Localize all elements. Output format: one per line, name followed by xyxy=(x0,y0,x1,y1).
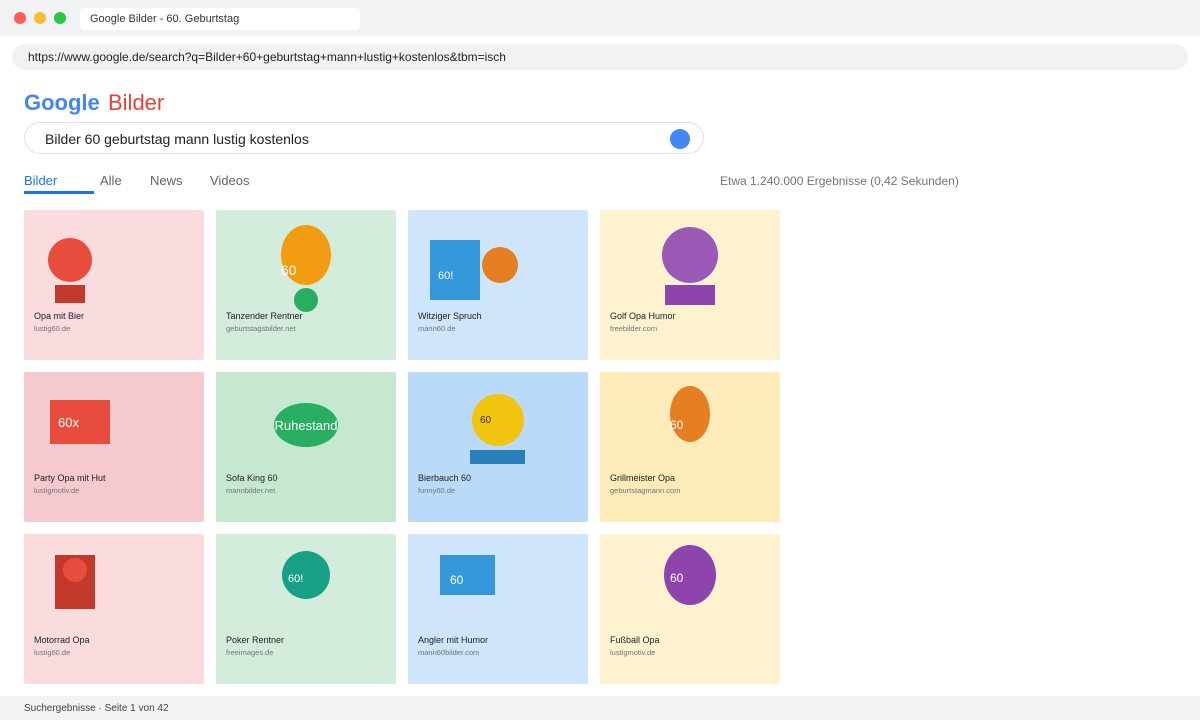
result-source[interactable]: funny60.de xyxy=(418,486,455,495)
image-result-card[interactable]: Motorrad Opa lustig60.de xyxy=(24,534,204,684)
window-titlebar: Google Bilder - 60. Geburtstag xyxy=(0,0,1200,36)
address-bar[interactable]: https://www.google.de/search?q=Bilder+60… xyxy=(12,44,1188,70)
thumbnail-body xyxy=(665,285,715,305)
result-source[interactable]: lustig60.de xyxy=(34,324,70,333)
thumbnail-oval: Ruhestand xyxy=(274,403,338,447)
thumbnail-circle xyxy=(482,247,518,283)
image-result-card[interactable]: 60! Poker Rentner freeimages.de xyxy=(216,534,396,684)
status-bar: Suchergebnisse · Seite 1 von 42 xyxy=(0,696,1200,720)
thumbnail-sign: 60 xyxy=(440,555,495,595)
image-result-card[interactable]: Ruhestand Sofa King 60 mannbilder.net xyxy=(216,372,396,522)
result-title[interactable]: Opa mit Bier xyxy=(34,311,84,321)
thumbnail-oval: 60 xyxy=(670,386,710,442)
thumbnail-sign: 60! xyxy=(430,240,480,300)
result-title[interactable]: Angler mit Humor xyxy=(418,635,488,645)
thumbnail-ball: 60 xyxy=(664,545,716,605)
image-result-card[interactable]: 60! Witziger Spruch mann60.de xyxy=(408,210,588,360)
active-tab-indicator xyxy=(24,191,94,194)
tab-videos[interactable]: Videos xyxy=(210,173,250,188)
tab-news[interactable]: News xyxy=(150,173,183,188)
result-source[interactable]: lustigmotiv.de xyxy=(34,486,79,495)
tab-bilder[interactable]: Bilder xyxy=(24,173,57,188)
result-source[interactable]: geburtstagsbilder.net xyxy=(226,324,296,333)
close-window-button[interactable] xyxy=(14,12,26,24)
result-title[interactable]: Witziger Spruch xyxy=(418,311,482,321)
result-source[interactable]: lustig60.de xyxy=(34,648,70,657)
image-result-card[interactable]: 60 Grillmeister Opa geburtstagmann.com xyxy=(600,372,780,522)
result-source[interactable]: freeimages.de xyxy=(226,648,274,657)
result-source[interactable]: freebilder.com xyxy=(610,324,657,333)
result-source[interactable]: mann60.de xyxy=(418,324,456,333)
image-result-card[interactable]: Golf Opa Humor freebilder.com xyxy=(600,210,780,360)
image-result-card[interactable]: 60 Fußball Opa lustigmotiv.de xyxy=(600,534,780,684)
result-title[interactable]: Fußball Opa xyxy=(610,635,660,645)
result-title[interactable]: Party Opa mit Hut xyxy=(34,473,106,483)
result-title[interactable]: Motorrad Opa xyxy=(34,635,90,645)
image-result-card[interactable]: 60 Angler mit Humor mann60bilder.com xyxy=(408,534,588,684)
thumbnail-ball xyxy=(294,288,318,312)
browser-tab[interactable]: Google Bilder - 60. Geburtstag xyxy=(80,8,360,30)
result-title[interactable]: Poker Rentner xyxy=(226,635,284,645)
thumbnail-sign: 60x xyxy=(50,400,110,444)
result-title[interactable]: Sofa King 60 xyxy=(226,473,278,483)
thumbnail-balloon: 60 xyxy=(281,225,331,285)
result-title[interactable]: Grillmeister Opa xyxy=(610,473,675,483)
thumbnail-chip: 60! xyxy=(282,551,330,599)
logo-subtitle: Bilder xyxy=(108,90,165,115)
thumbnail-belly: 60 xyxy=(472,394,524,446)
search-button-icon[interactable] xyxy=(670,129,690,149)
maximize-window-button[interactable] xyxy=(54,12,66,24)
minimize-window-button[interactable] xyxy=(34,12,46,24)
thumbnail-head xyxy=(48,238,92,282)
result-title[interactable]: Tanzender Rentner xyxy=(226,311,303,321)
image-result-card[interactable]: 60x Party Opa mit Hut lustigmotiv.de xyxy=(24,372,204,522)
result-source[interactable]: mannbilder.net xyxy=(226,486,275,495)
search-query-text[interactable]: Bilder 60 geburtstag mann lustig kostenl… xyxy=(45,131,309,147)
thumbnail-head xyxy=(63,558,87,582)
result-source[interactable]: lustigmotiv.de xyxy=(610,648,655,657)
result-stats: Etwa 1.240.000 Ergebnisse (0,42 Sekunden… xyxy=(720,174,959,188)
thumbnail-base xyxy=(470,450,525,464)
thumbnail-body xyxy=(55,285,85,303)
result-source[interactable]: mann60bilder.com xyxy=(418,648,479,657)
thumbnail-head xyxy=(662,227,718,283)
image-result-card[interactable]: 60 Tanzender Rentner geburtstagsbilder.n… xyxy=(216,210,396,360)
search-input[interactable]: Bilder 60 geburtstag mann lustig kostenl… xyxy=(24,122,704,154)
image-result-card[interactable]: 60 Bierbauch 60 funny60.de xyxy=(408,372,588,522)
image-result-card[interactable]: Opa mit Bier lustig60.de xyxy=(24,210,204,360)
address-bar-row: https://www.google.de/search?q=Bilder+60… xyxy=(0,36,1200,78)
result-title[interactable]: Golf Opa Humor xyxy=(610,311,676,321)
google-logo[interactable]: Google xyxy=(24,90,100,116)
result-source[interactable]: geburtstagmann.com xyxy=(610,486,680,495)
tab-alle[interactable]: Alle xyxy=(100,173,122,188)
result-title[interactable]: Bierbauch 60 xyxy=(418,473,471,483)
